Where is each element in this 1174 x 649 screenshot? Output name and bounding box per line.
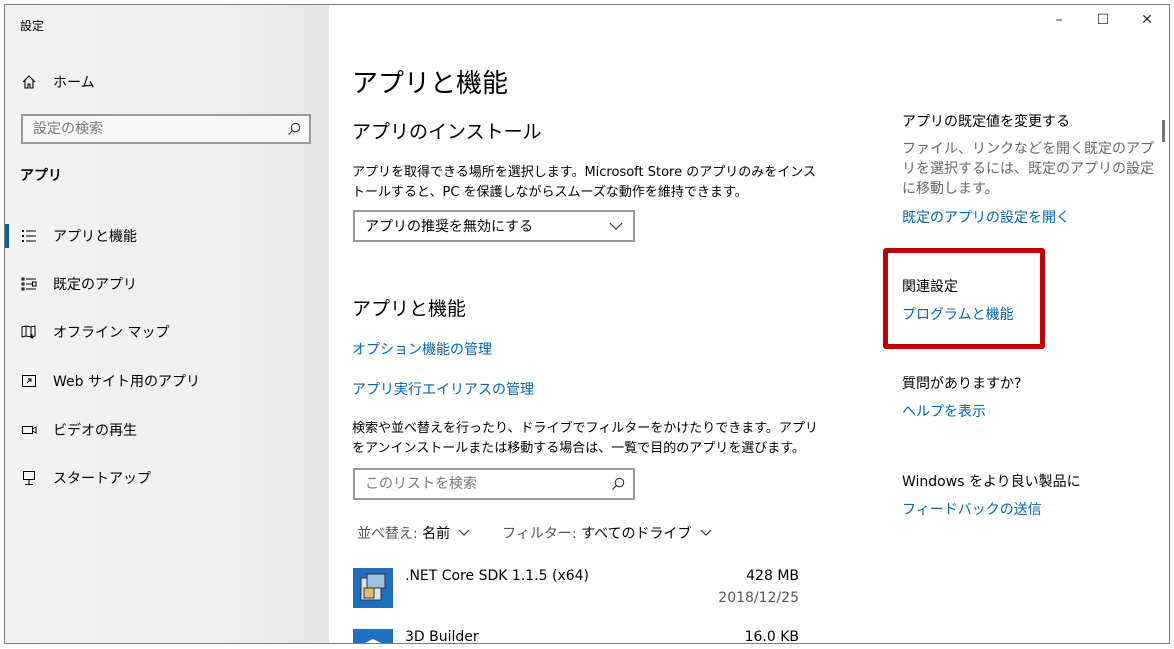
- minimize-button[interactable]: –: [1037, 5, 1081, 35]
- sidebar-item-default-apps[interactable]: 既定のアプリ: [5, 266, 329, 302]
- app-list-search-input[interactable]: [355, 475, 611, 493]
- page-title: アプリと機能: [352, 69, 509, 99]
- sidebar-item-label: 既定のアプリ: [53, 277, 137, 293]
- settings-search-input[interactable]: [23, 120, 287, 138]
- app-name: 3D Builder: [405, 629, 479, 644]
- apps-for-websites-icon: [21, 373, 37, 389]
- sidebar-home[interactable]: ホーム: [21, 71, 95, 93]
- features-heading: アプリと機能: [352, 298, 467, 320]
- sidebar-item-label: Web サイト用のアプリ: [53, 374, 200, 390]
- feedback-section: Windows をより良い製品に フィードバックの送信: [902, 471, 1162, 519]
- apps-features-icon: [21, 228, 37, 244]
- sidebar-item-label: ビデオの再生: [53, 423, 137, 439]
- defaults-section: アプリの既定値を変更する ファイル、リンクなどを開く既定のアプリを選択するには、…: [902, 111, 1162, 227]
- search-icon[interactable]: [287, 122, 301, 136]
- filter-label: フィルター:: [502, 526, 577, 542]
- video-playback-icon: [21, 422, 37, 438]
- sidebar: 設定 ホーム アプリ アプリと機能 既定のアプリ オフライン マップ Web サ…: [5, 5, 329, 643]
- scrollbar-thumb[interactable]: [1162, 120, 1165, 142]
- chevron-down-icon: [609, 222, 623, 230]
- sidebar-item-video-playback[interactable]: ビデオの再生: [5, 412, 329, 448]
- optional-features-link[interactable]: オプション機能の管理: [352, 339, 492, 359]
- help-section: 質問がありますか? ヘルプを表示: [902, 373, 1162, 421]
- settings-window: 設定 ホーム アプリ アプリと機能 既定のアプリ オフライン マップ Web サ…: [4, 4, 1170, 644]
- sort-filter-bar: 並べ替え: 名前 フィルター: すべてのドライブ: [357, 523, 744, 543]
- get-help-link[interactable]: ヘルプを表示: [902, 401, 1162, 421]
- window-title: 設定: [20, 19, 45, 33]
- maximize-button[interactable]: ☐: [1081, 5, 1125, 35]
- offline-maps-icon: [21, 324, 37, 340]
- defaults-heading: アプリの既定値を変更する: [902, 114, 1070, 130]
- sidebar-item-label: スタートアップ: [53, 471, 151, 487]
- default-apps-settings-link[interactable]: 既定のアプリの設定を開く: [902, 207, 1162, 227]
- related-heading: 関連設定: [902, 279, 958, 295]
- app-alias-link[interactable]: アプリ実行エイリアスの管理: [352, 379, 534, 399]
- settings-search[interactable]: [21, 114, 311, 144]
- dropdown-value: アプリの推奨を無効にする: [365, 219, 534, 235]
- default-apps-icon: [21, 276, 37, 292]
- home-icon: [22, 75, 36, 89]
- programs-features-link[interactable]: プログラムと機能: [902, 304, 1162, 324]
- sidebar-home-label: ホーム: [53, 75, 95, 91]
- filter-dropdown[interactable]: フィルター: すべてのドライブ: [502, 523, 711, 543]
- install-source-dropdown[interactable]: アプリの推奨を無効にする: [353, 210, 635, 242]
- sidebar-item-apps-features[interactable]: アプリと機能: [5, 218, 329, 254]
- app-size: 428 MB: [746, 568, 799, 584]
- window-controls: – ☐ ✕: [1037, 5, 1169, 35]
- sidebar-item-label: アプリと機能: [53, 229, 137, 245]
- sidebar-item-offline-maps[interactable]: オフライン マップ: [5, 314, 329, 350]
- filter-value: すべてのドライブ: [581, 526, 692, 542]
- sidebar-item-apps-for-websites[interactable]: Web サイト用のアプリ: [5, 363, 329, 399]
- main-content: – ☐ ✕ アプリと機能 アプリのインストール アプリを取得できる場所を選択しま…: [329, 5, 1169, 643]
- install-description: アプリを取得できる場所を選択します。Microsoft Store のアプリのみ…: [352, 165, 816, 200]
- sort-value: 名前: [422, 526, 451, 542]
- chevron-down-icon: [700, 529, 711, 536]
- app-name: .NET Core SDK 1.1.5 (x64): [405, 568, 590, 584]
- sidebar-section-label: アプリ: [20, 168, 62, 184]
- installer-icon: [353, 568, 393, 608]
- chevron-down-icon: [458, 529, 470, 536]
- defaults-description: ファイル、リンクなどを開く既定のアプリを選択するには、既定のアプリの設定に移動し…: [902, 141, 1154, 197]
- sort-dropdown[interactable]: 並べ替え: 名前: [357, 523, 470, 543]
- app-list-search[interactable]: [353, 468, 635, 500]
- app-date: 2018/12/25: [718, 590, 799, 606]
- close-button[interactable]: ✕: [1125, 5, 1169, 35]
- app-size: 16.0 KB: [744, 629, 799, 644]
- sidebar-item-label: オフライン マップ: [53, 325, 170, 341]
- help-heading: 質問がありますか?: [902, 376, 1022, 392]
- search-icon[interactable]: [611, 477, 625, 491]
- startup-icon: [21, 470, 37, 486]
- app-list-item[interactable]: 3D Builder 16.0 KB: [353, 629, 799, 644]
- send-feedback-link[interactable]: フィードバックの送信: [902, 499, 1162, 519]
- 3d-builder-icon: [353, 629, 393, 643]
- sort-label: 並べ替え:: [357, 526, 418, 542]
- features-description: 検索や並べ替えを行ったり、ドライブでフィルターをかけたりできます。アプリをアンイ…: [352, 421, 818, 456]
- feedback-heading: Windows をより良い製品に: [902, 474, 1081, 490]
- related-settings-section: 関連設定 プログラムと機能: [902, 276, 1162, 324]
- sidebar-item-startup[interactable]: スタートアップ: [5, 460, 329, 496]
- app-list-item[interactable]: .NET Core SDK 1.1.5 (x64) 428 MB 2018/12…: [353, 568, 799, 618]
- install-heading: アプリのインストール: [352, 121, 542, 143]
